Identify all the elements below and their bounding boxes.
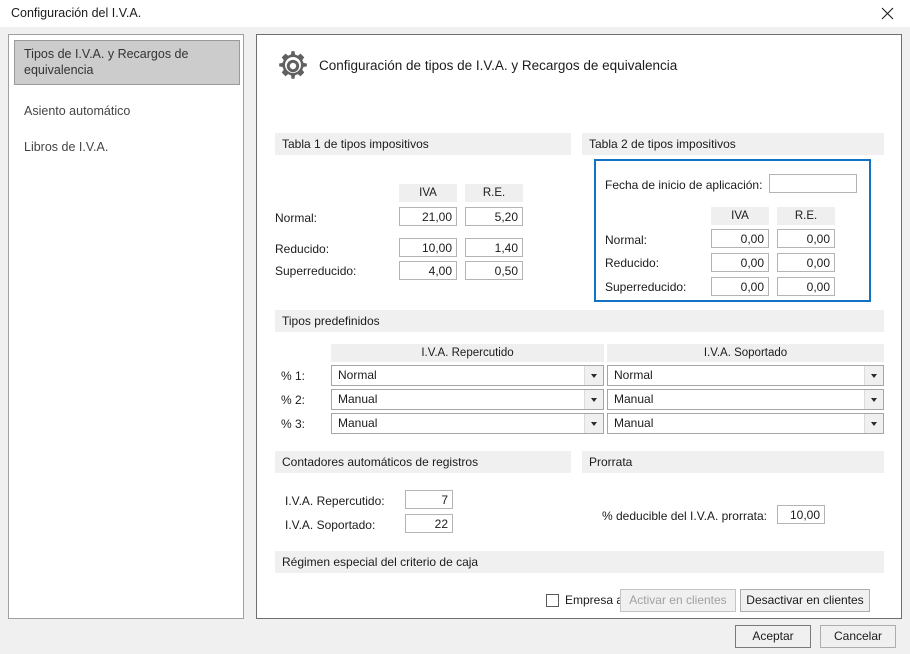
window-title: Configuración del I.V.A. xyxy=(11,6,142,20)
chevron-down-icon[interactable] xyxy=(584,366,603,385)
section-header-tabla1: Tabla 1 de tipos impositivos xyxy=(275,133,571,155)
table2-normal-re-input[interactable] xyxy=(777,229,835,248)
table2-superreducido-iva-input[interactable] xyxy=(711,277,769,296)
select-value: Manual xyxy=(338,392,378,406)
table1-row-label-superreducido: Superreducido: xyxy=(275,264,357,278)
predefined-repercutido-select-2[interactable]: Manual xyxy=(331,389,604,410)
select-value: Manual xyxy=(614,392,654,406)
close-icon[interactable] xyxy=(864,0,910,27)
predefined-row-label-2: % 2: xyxy=(281,393,306,407)
chevron-down-icon[interactable] xyxy=(864,390,883,409)
activar-en-clientes-button[interactable]: Activar en clientes xyxy=(620,589,736,612)
table1-row-label-reducido: Reducido: xyxy=(275,242,330,256)
table2-reducido-re-input[interactable] xyxy=(777,253,835,272)
table1-normal-re-input[interactable] xyxy=(465,207,523,226)
window-titlebar: Configuración del I.V.A. xyxy=(0,0,910,27)
chevron-down-icon[interactable] xyxy=(584,414,603,433)
predefined-soportado-select-3[interactable]: Manual xyxy=(607,413,884,434)
close-glyph xyxy=(881,7,893,20)
counters-soportado-input[interactable] xyxy=(405,514,453,533)
table1-column-header-re: R.E. xyxy=(465,184,523,202)
section-header-contadores: Contadores automáticos de registros xyxy=(275,451,571,473)
chevron-down-icon[interactable] xyxy=(864,366,883,385)
page-title: Configuración de tipos de I.V.A. y Recar… xyxy=(319,58,678,73)
predefined-soportado-select-2[interactable]: Manual xyxy=(607,389,884,410)
table1-reducido-re-input[interactable] xyxy=(465,238,523,257)
counters-row-label-repercutido: I.V.A. Repercutido: xyxy=(285,494,385,508)
predefined-row-label-3: % 3: xyxy=(281,417,306,431)
gear-icon xyxy=(279,51,307,79)
select-value: Normal xyxy=(614,368,653,382)
table2-row-label-superreducido: Superreducido: xyxy=(605,280,687,294)
content-header: Configuración de tipos de I.V.A. y Recar… xyxy=(257,35,901,97)
sidebar-item-libros-iva[interactable]: Libros de I.V.A. xyxy=(14,133,240,162)
table1-row-label-normal: Normal: xyxy=(275,211,318,225)
prorrata-label: % deducible del I.V.A. prorrata: xyxy=(602,509,767,523)
table1-reducido-iva-input[interactable] xyxy=(399,238,457,257)
section-header-tabla2: Tabla 2 de tipos impositivos xyxy=(582,133,884,155)
sidebar-item-tipos-iva[interactable]: Tipos de I.V.A. y Recargos de equivalenc… xyxy=(14,40,240,85)
predefined-row-label-1: % 1: xyxy=(281,369,306,383)
desactivar-en-clientes-button[interactable]: Desactivar en clientes xyxy=(740,589,870,612)
sidebar-item-label: Tipos de I.V.A. y Recargos de equivalenc… xyxy=(24,47,189,77)
select-value: Manual xyxy=(338,416,378,430)
counters-repercutido-input[interactable] xyxy=(405,490,453,509)
table2-column-header-iva: IVA xyxy=(711,207,769,225)
chevron-down-icon[interactable] xyxy=(584,390,603,409)
table2-superreducido-re-input[interactable] xyxy=(777,277,835,296)
predefined-column-header-soportado: I.V.A. Soportado xyxy=(607,344,884,362)
table2-row-label-normal: Normal: xyxy=(605,233,648,247)
predefined-repercutido-select-3[interactable]: Manual xyxy=(331,413,604,434)
select-value: Manual xyxy=(614,416,654,430)
sidebar-item-asiento-automatico[interactable]: Asiento automático xyxy=(14,97,240,126)
table2-date-label: Fecha de inicio de aplicación: xyxy=(605,178,763,192)
predefined-column-header-repercutido: I.V.A. Repercutido xyxy=(331,344,604,362)
sidebar-item-label: Libros de I.V.A. xyxy=(24,140,109,154)
table2-start-date-input[interactable] xyxy=(769,174,857,193)
counters-row-label-soportado: I.V.A. Soportado: xyxy=(285,518,376,532)
select-value: Normal xyxy=(338,368,377,382)
table2-column-header-re: R.E. xyxy=(777,207,835,225)
table2-reducido-iva-input[interactable] xyxy=(711,253,769,272)
aceptar-button[interactable]: Aceptar xyxy=(735,625,811,648)
section-header-recc: Régimen especial del criterio de caja xyxy=(275,551,884,573)
cancelar-button[interactable]: Cancelar xyxy=(820,625,896,648)
prorrata-deducible-input[interactable] xyxy=(777,505,825,524)
table2-row-label-reducido: Reducido: xyxy=(605,256,660,270)
table1-column-header-iva: IVA xyxy=(399,184,457,202)
table1-superreducido-iva-input[interactable] xyxy=(399,261,457,280)
sidebar-item-label: Asiento automático xyxy=(24,104,131,118)
table1-normal-iva-input[interactable] xyxy=(399,207,457,226)
dialog-body: Tipos de I.V.A. y Recargos de equivalenc… xyxy=(0,27,910,654)
section-header-tipos-predefinidos: Tipos predefinidos xyxy=(275,310,884,332)
content-panel: Configuración de tipos de I.V.A. y Recar… xyxy=(256,34,902,619)
checkbox-box[interactable] xyxy=(546,593,559,607)
predefined-repercutido-select-1[interactable]: Normal xyxy=(331,365,604,386)
predefined-soportado-select-1[interactable]: Normal xyxy=(607,365,884,386)
table1-superreducido-re-input[interactable] xyxy=(465,261,523,280)
table2-normal-iva-input[interactable] xyxy=(711,229,769,248)
sidebar-navigation: Tipos de I.V.A. y Recargos de equivalenc… xyxy=(8,34,244,619)
chevron-down-icon[interactable] xyxy=(864,414,883,433)
section-header-prorrata: Prorrata xyxy=(582,451,884,473)
